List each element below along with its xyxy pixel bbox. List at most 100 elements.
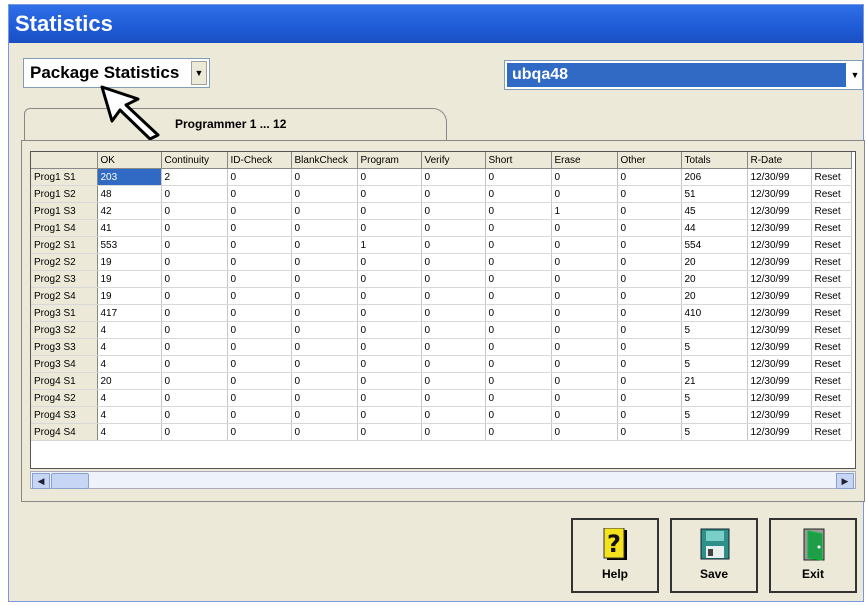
grid-cell[interactable]: 0 bbox=[291, 406, 358, 424]
reset-link[interactable]: Reset bbox=[811, 423, 852, 441]
grid-cell[interactable]: 417 bbox=[97, 304, 162, 322]
reset-link[interactable]: Reset bbox=[811, 168, 852, 186]
grid-cell[interactable]: 0 bbox=[291, 372, 358, 390]
grid-cell[interactable]: 4 bbox=[97, 355, 162, 373]
exit-button[interactable]: Exit bbox=[769, 518, 857, 593]
grid-cell[interactable]: 48 bbox=[97, 185, 162, 203]
tab-programmers[interactable]: Programmer 1 ... 12 bbox=[24, 108, 447, 142]
grid-cell[interactable]: 0 bbox=[227, 406, 292, 424]
grid-cell[interactable]: 1 bbox=[551, 202, 618, 220]
reset-link[interactable]: Reset bbox=[811, 389, 852, 407]
grid-cell[interactable]: 0 bbox=[161, 372, 228, 390]
grid-cell[interactable]: 410 bbox=[681, 304, 748, 322]
grid-cell[interactable]: 0 bbox=[421, 321, 486, 339]
grid-cell[interactable]: 12/30/99 bbox=[747, 219, 812, 237]
reset-link[interactable]: Reset bbox=[811, 406, 852, 424]
grid-cell[interactable]: 0 bbox=[291, 168, 358, 186]
grid-cell[interactable]: 0 bbox=[485, 321, 552, 339]
statistics-type-dropdown[interactable]: Package Statistics ▼ bbox=[23, 58, 210, 88]
reset-link[interactable]: Reset bbox=[811, 202, 852, 220]
grid-cell[interactable]: 0 bbox=[617, 321, 682, 339]
grid-cell[interactable]: 0 bbox=[161, 270, 228, 288]
grid-cell[interactable]: 12/30/99 bbox=[747, 389, 812, 407]
grid-cell[interactable]: 0 bbox=[357, 321, 422, 339]
grid-cell[interactable]: 12/30/99 bbox=[747, 168, 812, 186]
grid-cell[interactable]: 4 bbox=[97, 423, 162, 441]
reset-link[interactable]: Reset bbox=[811, 372, 852, 390]
grid-cell[interactable]: 0 bbox=[617, 389, 682, 407]
scrollbar-thumb[interactable] bbox=[51, 473, 89, 489]
grid-cell[interactable]: 12/30/99 bbox=[747, 406, 812, 424]
grid-cell[interactable]: 0 bbox=[617, 355, 682, 373]
grid-cell[interactable]: 5 bbox=[681, 389, 748, 407]
grid-cell[interactable]: 0 bbox=[227, 236, 292, 254]
column-header[interactable]: Verify bbox=[421, 152, 486, 169]
grid-cell[interactable]: 553 bbox=[97, 236, 162, 254]
chevron-down-icon[interactable]: ▼ bbox=[848, 63, 862, 87]
grid-cell[interactable]: 45 bbox=[681, 202, 748, 220]
grid-cell[interactable]: 0 bbox=[485, 406, 552, 424]
grid-cell[interactable]: 19 bbox=[97, 253, 162, 271]
grid-cell[interactable]: 0 bbox=[161, 338, 228, 356]
grid-cell[interactable]: 0 bbox=[227, 185, 292, 203]
grid-cell[interactable]: 44 bbox=[681, 219, 748, 237]
grid-cell[interactable]: 0 bbox=[357, 219, 422, 237]
grid-cell[interactable]: 0 bbox=[421, 304, 486, 322]
grid-cell[interactable]: 0 bbox=[227, 304, 292, 322]
reset-link[interactable]: Reset bbox=[811, 287, 852, 305]
grid-cell[interactable]: 0 bbox=[421, 270, 486, 288]
column-header[interactable]: Continuity bbox=[161, 152, 228, 169]
grid-cell[interactable]: 0 bbox=[551, 253, 618, 271]
grid-cell[interactable]: 0 bbox=[291, 287, 358, 305]
grid-cell[interactable]: 0 bbox=[161, 287, 228, 305]
grid-cell[interactable]: 0 bbox=[227, 202, 292, 220]
grid-cell[interactable]: 0 bbox=[485, 389, 552, 407]
grid-cell[interactable]: 0 bbox=[357, 304, 422, 322]
grid-cell[interactable]: 0 bbox=[617, 338, 682, 356]
column-header[interactable]: Short bbox=[485, 152, 552, 169]
grid-cell[interactable]: 0 bbox=[551, 338, 618, 356]
reset-link[interactable]: Reset bbox=[811, 219, 852, 237]
grid-cell[interactable]: 0 bbox=[551, 372, 618, 390]
grid-cell[interactable]: 0 bbox=[227, 287, 292, 305]
grid-cell[interactable]: 0 bbox=[551, 321, 618, 339]
grid-cell[interactable]: 0 bbox=[357, 168, 422, 186]
grid-cell[interactable]: 0 bbox=[291, 338, 358, 356]
grid-cell[interactable]: 0 bbox=[227, 253, 292, 271]
grid-cell[interactable]: 0 bbox=[617, 287, 682, 305]
grid-cell[interactable]: 0 bbox=[291, 236, 358, 254]
grid-cell[interactable]: 0 bbox=[227, 321, 292, 339]
grid-cell[interactable]: 0 bbox=[161, 406, 228, 424]
grid-cell[interactable]: 0 bbox=[227, 372, 292, 390]
grid-cell[interactable]: 0 bbox=[357, 372, 422, 390]
grid-cell[interactable]: 0 bbox=[291, 355, 358, 373]
grid-cell[interactable]: 12/30/99 bbox=[747, 304, 812, 322]
horizontal-scrollbar[interactable]: ◀ ▶ bbox=[30, 471, 856, 489]
grid-cell[interactable]: 0 bbox=[485, 372, 552, 390]
grid-cell[interactable]: 41 bbox=[97, 219, 162, 237]
grid-cell[interactable]: 5 bbox=[681, 423, 748, 441]
reset-link[interactable]: Reset bbox=[811, 253, 852, 271]
grid-cell[interactable]: 0 bbox=[551, 185, 618, 203]
column-header[interactable]: BlankCheck bbox=[291, 152, 358, 169]
grid-cell[interactable]: 12/30/99 bbox=[747, 338, 812, 356]
grid-cell[interactable]: 0 bbox=[161, 355, 228, 373]
grid-cell[interactable]: 12/30/99 bbox=[747, 236, 812, 254]
grid-cell[interactable]: 0 bbox=[357, 389, 422, 407]
grid-cell[interactable]: 12/30/99 bbox=[747, 355, 812, 373]
scroll-right-icon[interactable]: ▶ bbox=[836, 473, 854, 489]
grid-cell[interactable]: 0 bbox=[551, 287, 618, 305]
grid-cell[interactable]: 51 bbox=[681, 185, 748, 203]
grid-cell[interactable]: 0 bbox=[357, 287, 422, 305]
grid-cell[interactable]: 0 bbox=[421, 253, 486, 271]
reset-link[interactable]: Reset bbox=[811, 236, 852, 254]
column-header[interactable] bbox=[31, 152, 98, 169]
grid-cell[interactable]: 0 bbox=[617, 219, 682, 237]
grid-cell[interactable]: 5 bbox=[681, 338, 748, 356]
grid-cell[interactable]: 0 bbox=[617, 372, 682, 390]
grid-cell[interactable]: 203 bbox=[97, 168, 162, 186]
grid-cell[interactable]: 0 bbox=[421, 338, 486, 356]
grid-cell[interactable]: 0 bbox=[551, 270, 618, 288]
grid-cell[interactable]: 0 bbox=[421, 406, 486, 424]
grid-cell[interactable]: 0 bbox=[291, 202, 358, 220]
